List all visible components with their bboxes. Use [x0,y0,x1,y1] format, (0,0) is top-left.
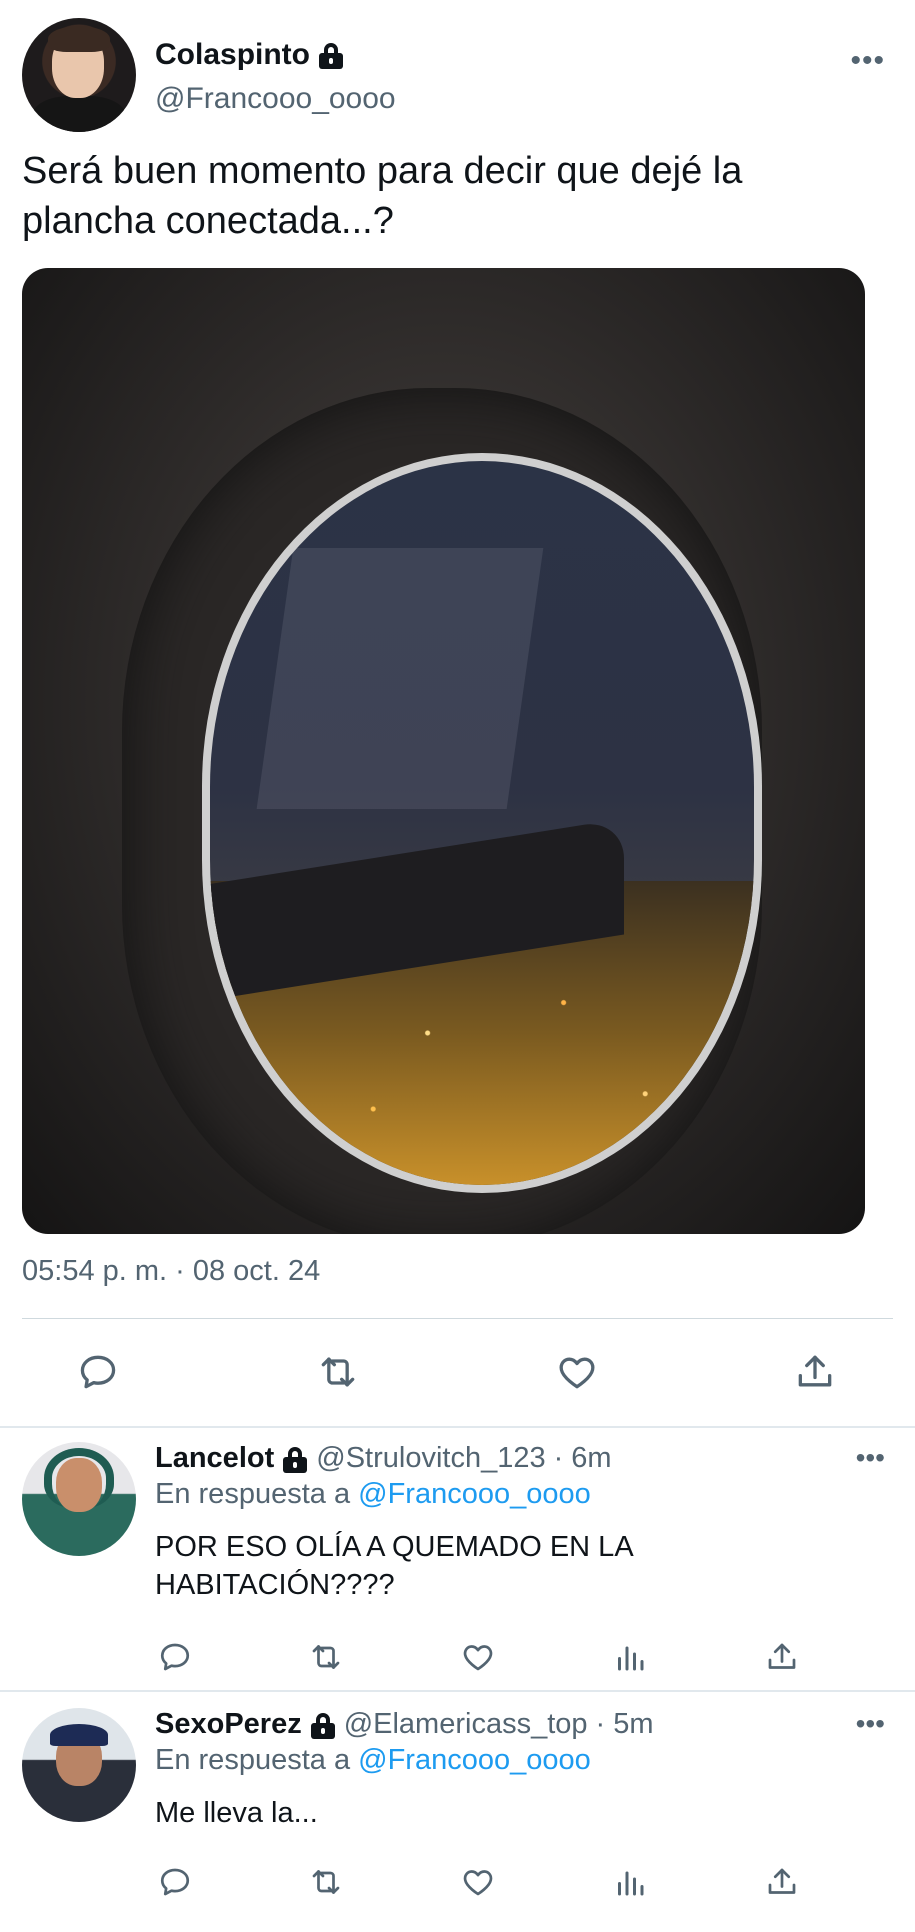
avatar[interactable] [22,18,136,132]
lock-icon [318,41,344,69]
section-separator [0,1426,915,1428]
author-display-name[interactable]: Colaspinto [155,38,310,72]
avatar-suit [32,96,126,132]
tweet-header: Colaspinto @Francooo_oooo ••• [22,18,893,134]
like-icon [463,1870,493,1896]
share-icon [798,1355,832,1387]
reply-time[interactable]: · 5m [596,1708,654,1741]
reply-text: POR ESO OLÍA A QUEMADO EN LA HABITACIÓN?… [155,1531,633,1601]
glass-reflection [256,547,544,809]
avatar[interactable] [22,1442,136,1556]
reply-prefix: En respuesta a [155,1478,351,1510]
reply-action-bar [0,1852,915,1932]
reply-tweet[interactable]: Lancelot @Strulovitch_123 · 6m ••• En re… [0,1442,915,1688]
tweet-action-bar [0,1342,915,1422]
retweet-icon [312,1645,340,1669]
like-icon [559,1357,595,1389]
reply-author-row[interactable]: SexoPerez @Elamericass_top · 5m [155,1708,654,1741]
reply-action-bar [0,1627,915,1707]
retweet-button[interactable] [296,1852,356,1912]
like-button[interactable] [448,1852,508,1912]
retweet-icon [321,1357,355,1387]
reply-display-name[interactable]: Lancelot [155,1442,274,1475]
share-icon [768,1643,796,1669]
avatar-hair [48,26,110,52]
reply-button[interactable] [145,1852,205,1912]
reply-button[interactable] [145,1627,205,1687]
reply-display-name[interactable]: SexoPerez [155,1708,302,1741]
reply-author-row[interactable]: Lancelot @Strulovitch_123 · 6m [155,1442,612,1475]
avatar-cap [50,1724,108,1746]
share-icon [768,1868,796,1894]
avatar-face [56,1458,102,1512]
analytics-button[interactable] [600,1627,660,1687]
more-options-icon[interactable]: ••• [850,44,885,78]
reply-button[interactable] [68,1342,128,1402]
reply-handle[interactable]: @Strulovitch_123 [316,1442,545,1475]
reply-mention-link[interactable]: @Francooo_oooo [358,1744,591,1776]
retweet-icon [312,1870,340,1894]
more-options-icon[interactable]: ••• [856,1442,885,1474]
reply-context: En respuesta a @Francooo_oooo [155,1478,591,1511]
author-name-row[interactable]: Colaspinto [155,38,344,72]
reply-icon [80,1355,116,1389]
analytics-icon [618,1871,644,1896]
reply-handle[interactable]: @Elamericass_top [344,1708,588,1741]
reply-mention-link[interactable]: @Francooo_oooo [358,1478,591,1510]
more-options-icon[interactable]: ••• [856,1708,885,1740]
reply-text: Me lleva la... [155,1797,318,1829]
tweet-timestamp[interactable]: 05:54 p. m. · 08 oct. 24 [22,1255,320,1288]
section-separator [0,1690,915,1692]
tweet-detail-page: Colaspinto @Francooo_oooo ••• Será buen … [0,0,915,1920]
share-button[interactable] [785,1342,845,1402]
window-bezel [202,453,762,1193]
tweet-text: Será buen momento para decir que dejé la… [22,150,743,242]
reply-time[interactable]: · 6m [554,1442,612,1475]
reply-prefix: En respuesta a [155,1744,351,1776]
reply-tweet[interactable]: SexoPerez @Elamericass_top · 5m ••• En r… [0,1708,915,1920]
like-button[interactable] [448,1627,508,1687]
like-icon [463,1645,493,1671]
reply-icon [160,1643,190,1671]
lock-icon [310,1711,336,1739]
share-button[interactable] [752,1852,812,1912]
analytics-button[interactable] [600,1852,660,1912]
reply-context: En respuesta a @Francooo_oooo [155,1744,591,1777]
tweet-media-image[interactable] [22,268,865,1234]
author-handle[interactable]: @Francooo_oooo [155,82,396,116]
analytics-icon [618,1646,644,1671]
retweet-button[interactable] [308,1342,368,1402]
reply-icon [160,1868,190,1896]
window-view [210,461,754,1185]
avatar[interactable] [22,1708,136,1822]
share-button[interactable] [752,1627,812,1687]
like-button[interactable] [547,1342,607,1402]
retweet-button[interactable] [296,1627,356,1687]
divider [22,1318,893,1319]
lock-icon [282,1445,308,1473]
